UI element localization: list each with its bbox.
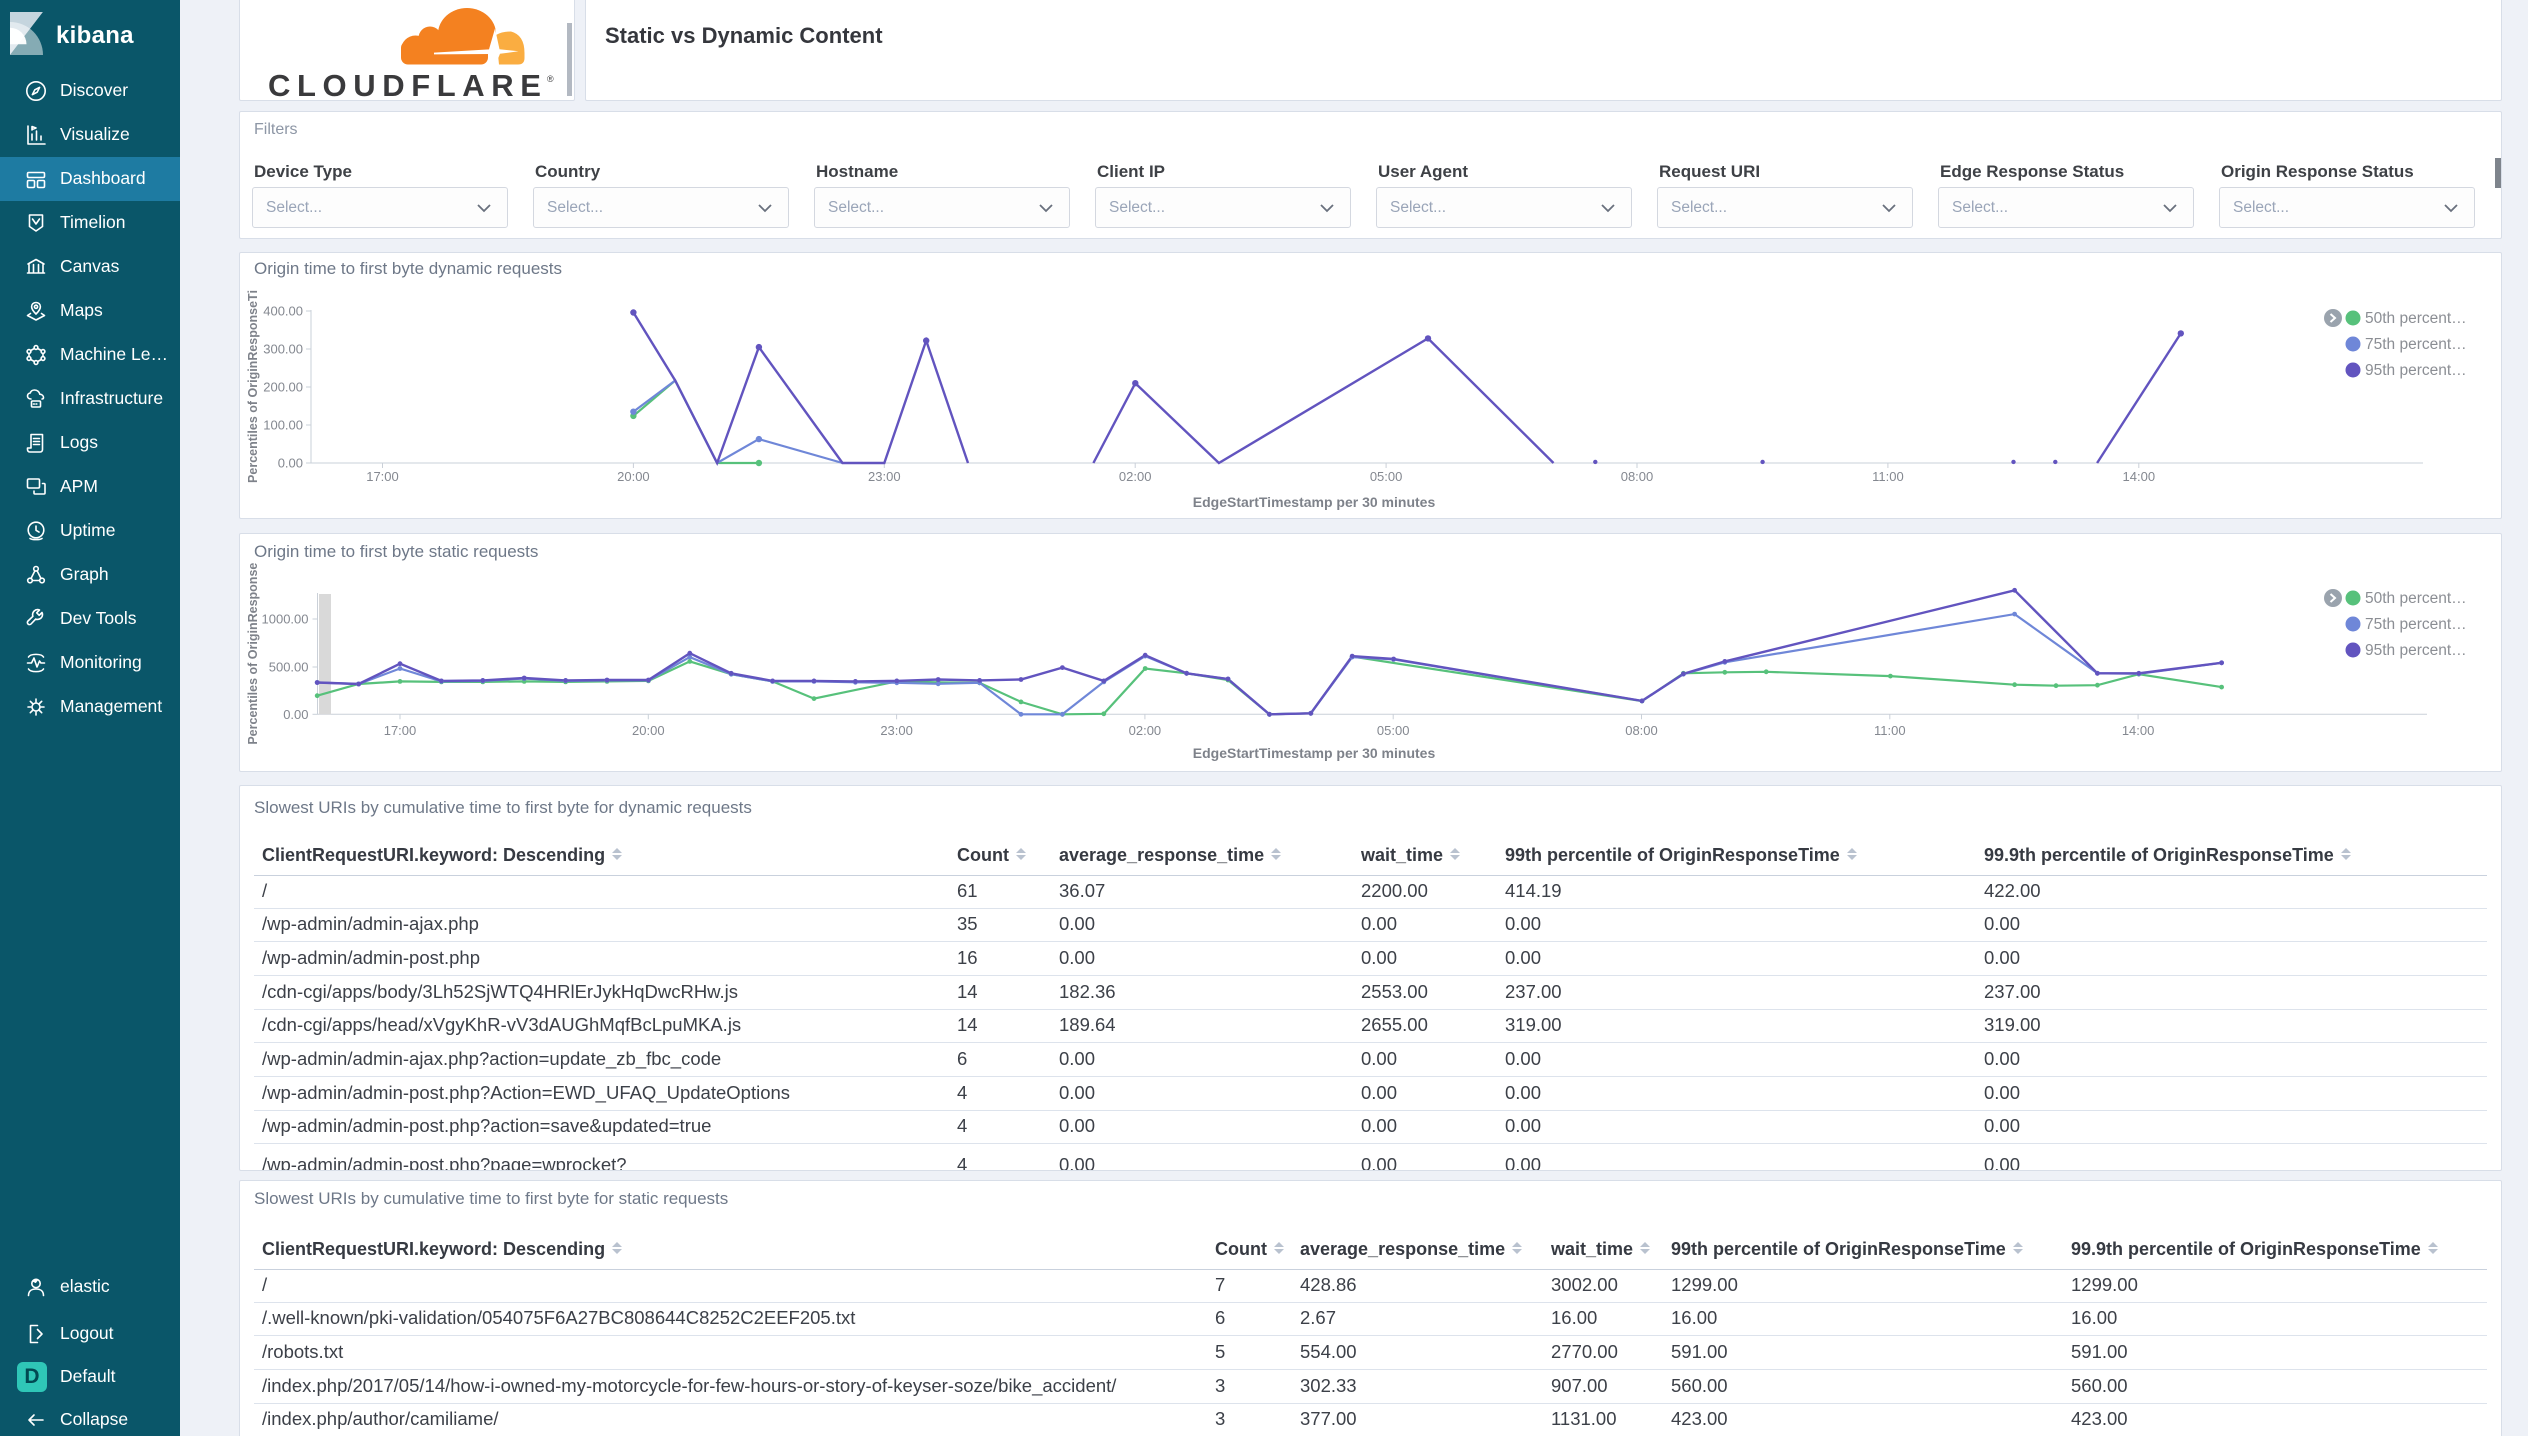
svg-text:23:00: 23:00 bbox=[868, 469, 901, 484]
svg-text:14:00: 14:00 bbox=[2123, 469, 2156, 484]
svg-text:75th percent…: 75th percent… bbox=[2365, 616, 2467, 633]
svg-text:20:00: 20:00 bbox=[632, 723, 665, 738]
svg-text:08:00: 08:00 bbox=[1621, 469, 1654, 484]
svg-text:100.00: 100.00 bbox=[263, 418, 303, 433]
svg-text:300.00: 300.00 bbox=[263, 342, 303, 357]
svg-text:17:00: 17:00 bbox=[366, 469, 399, 484]
svg-text:EdgeStartTimestamp per 30 minu: EdgeStartTimestamp per 30 minutes bbox=[1193, 745, 1436, 761]
svg-text:95th percent…: 95th percent… bbox=[2365, 362, 2467, 379]
svg-text:50th percent…: 50th percent… bbox=[2365, 310, 2467, 327]
svg-text:02:00: 02:00 bbox=[1129, 723, 1162, 738]
svg-text:11:00: 11:00 bbox=[1872, 469, 1904, 484]
svg-text:50th percent…: 50th percent… bbox=[2365, 590, 2467, 607]
svg-text:EdgeStartTimestamp per 30 minu: EdgeStartTimestamp per 30 minutes bbox=[1193, 494, 1436, 510]
svg-text:11:00: 11:00 bbox=[1874, 723, 1906, 738]
svg-text:Percentiles of OriginResponseT: Percentiles of OriginResponseTi bbox=[246, 290, 260, 483]
svg-text:75th percent…: 75th percent… bbox=[2365, 336, 2467, 353]
svg-text:Percentiles of OriginResponse: Percentiles of OriginResponse bbox=[246, 563, 260, 745]
svg-text:200.00: 200.00 bbox=[263, 380, 303, 395]
svg-text:0.00: 0.00 bbox=[278, 456, 303, 471]
svg-text:20:00: 20:00 bbox=[617, 469, 650, 484]
svg-text:08:00: 08:00 bbox=[1625, 723, 1658, 738]
svg-text:0.00: 0.00 bbox=[283, 707, 308, 722]
svg-text:400.00: 400.00 bbox=[263, 304, 303, 319]
svg-text:1000.00: 1000.00 bbox=[262, 612, 309, 627]
svg-text:500.00: 500.00 bbox=[269, 660, 309, 675]
svg-text:14:00: 14:00 bbox=[2122, 723, 2155, 738]
svg-text:05:00: 05:00 bbox=[1370, 469, 1403, 484]
svg-text:23:00: 23:00 bbox=[880, 723, 913, 738]
svg-text:95th percent…: 95th percent… bbox=[2365, 642, 2467, 659]
svg-text:17:00: 17:00 bbox=[384, 723, 417, 738]
svg-text:02:00: 02:00 bbox=[1119, 469, 1152, 484]
svg-text:05:00: 05:00 bbox=[1377, 723, 1410, 738]
